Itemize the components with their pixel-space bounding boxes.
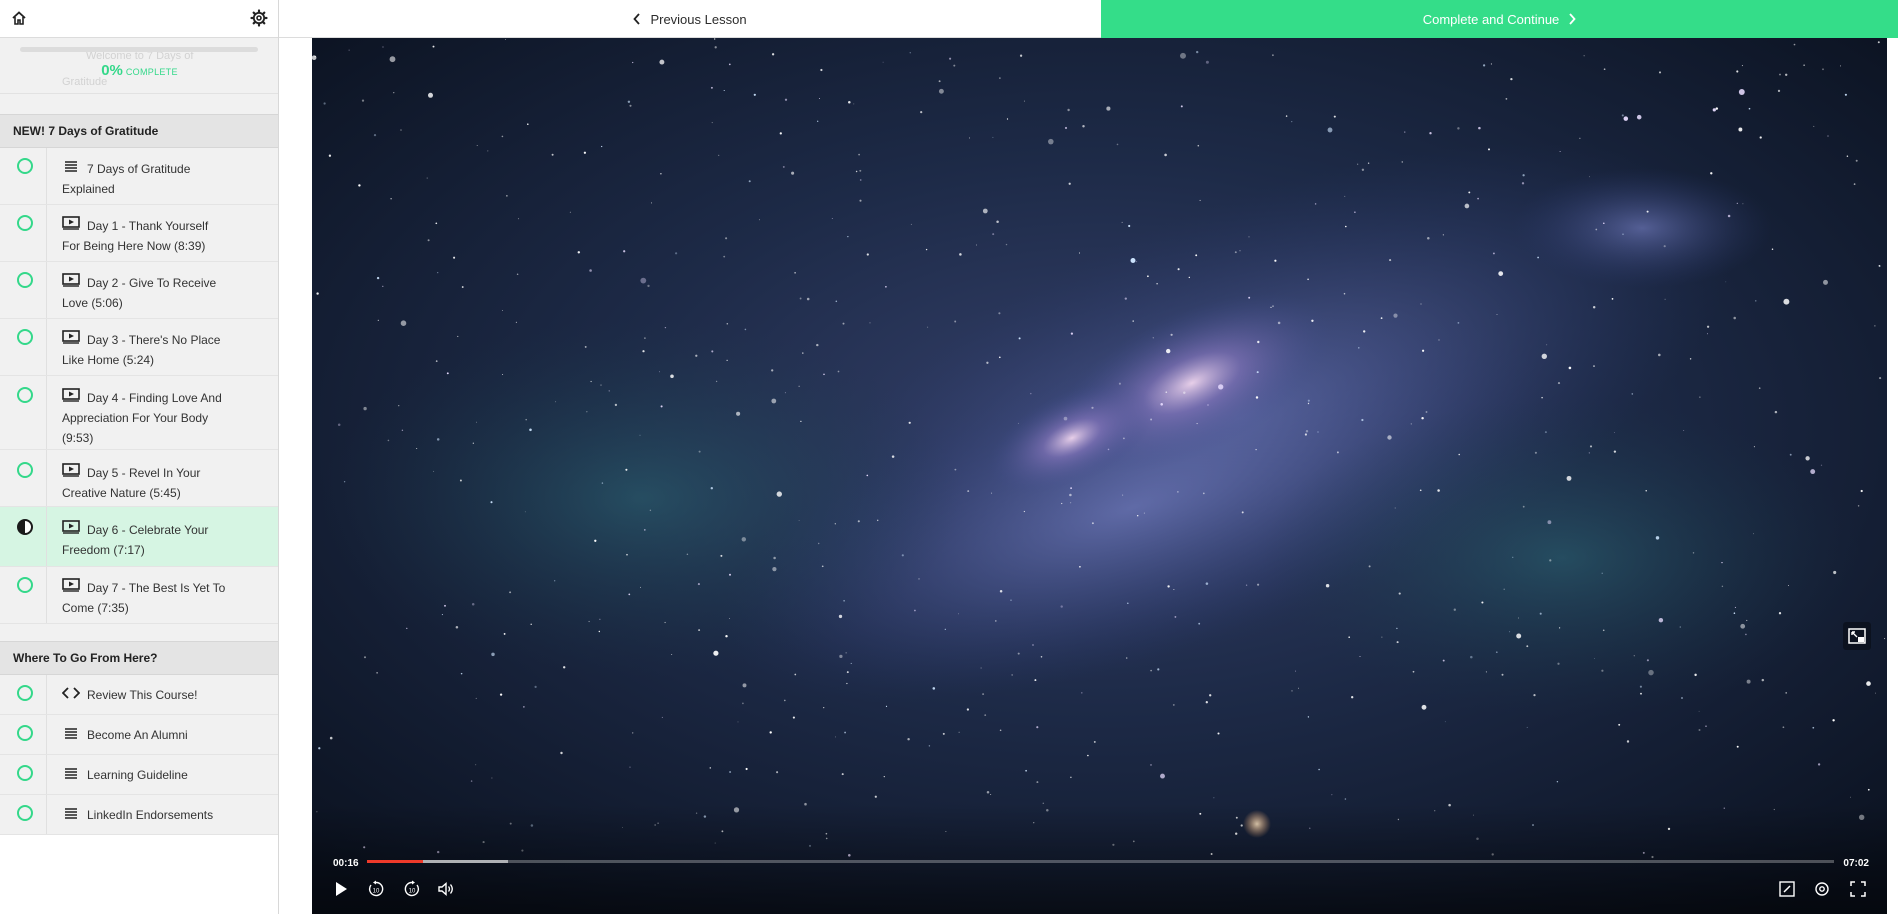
forward-10-icon[interactable]: 10 bbox=[401, 878, 423, 900]
progress-label: COMPLETE bbox=[125, 67, 178, 77]
lesson-title: Day 3 - There's No Place Like Home (5:24… bbox=[62, 333, 221, 367]
divider bbox=[46, 148, 47, 204]
code-icon bbox=[62, 685, 80, 701]
divider bbox=[46, 376, 47, 449]
lesson-item-current[interactable]: Day 6 - Celebrate Your Freedom (7:17) bbox=[0, 507, 278, 567]
lesson-title: Day 1 - Thank Yourself For Being Here No… bbox=[62, 219, 209, 253]
progress-text: 0% COMPLETE bbox=[0, 62, 278, 80]
chevron-right-icon bbox=[1568, 13, 1577, 25]
lesson-item[interactable]: Review This Course! bbox=[0, 675, 278, 715]
incomplete-status-icon bbox=[17, 805, 33, 821]
lesson-item[interactable]: 7 Days of Gratitude Explained bbox=[0, 148, 278, 205]
in-progress-status-icon bbox=[17, 519, 33, 535]
lesson-item[interactable]: Day 7 - The Best Is Yet To Come (7:35) bbox=[0, 567, 278, 624]
lesson-item[interactable]: Learning Guideline bbox=[0, 755, 278, 795]
incomplete-status-icon bbox=[17, 158, 33, 174]
video-player[interactable]: 00:16 07:02 10 10 bbox=[312, 38, 1887, 914]
progress-percent: 0% bbox=[101, 62, 123, 79]
divider bbox=[46, 755, 47, 794]
course-progress: Welcome to 7 Days of Gratitude 0% COMPLET… bbox=[0, 38, 278, 94]
section-title: NEW! 7 Days of Gratitude bbox=[0, 114, 278, 148]
divider bbox=[46, 507, 47, 566]
course-sidebar: Welcome to 7 Days of Gratitude 0% COMPLET… bbox=[0, 0, 279, 914]
divider bbox=[46, 795, 47, 834]
lesson-title: Day 6 - Celebrate Your Freedom (7:17) bbox=[62, 523, 209, 557]
divider bbox=[46, 262, 47, 318]
rewind-10-icon[interactable]: 10 bbox=[365, 878, 387, 900]
lesson-item[interactable]: Day 3 - There's No Place Like Home (5:24… bbox=[0, 319, 278, 376]
sidebar-footer-space bbox=[0, 835, 278, 914]
lesson-item[interactable]: Become An Alumni bbox=[0, 715, 278, 755]
controls-backdrop bbox=[312, 804, 1887, 914]
divider bbox=[46, 715, 47, 754]
lesson-title: Review This Course! bbox=[87, 688, 198, 702]
fullscreen-icon[interactable] bbox=[1847, 878, 1869, 900]
lesson-title: Day 5 - Revel In Your Creative Nature (5… bbox=[62, 466, 201, 500]
duration: 07:02 bbox=[1843, 858, 1869, 869]
divider bbox=[46, 450, 47, 506]
incomplete-status-icon bbox=[17, 577, 33, 593]
notes-icon[interactable] bbox=[1776, 878, 1798, 900]
seek-bar[interactable] bbox=[367, 860, 1834, 863]
lesson-item[interactable]: Day 5 - Revel In Your Creative Nature (5… bbox=[0, 450, 278, 507]
video-frame-starfield bbox=[312, 38, 1887, 914]
complete-and-continue-button[interactable]: Complete and Continue bbox=[1101, 0, 1898, 38]
incomplete-status-icon bbox=[17, 387, 33, 403]
incomplete-status-icon bbox=[17, 685, 33, 701]
home-icon[interactable] bbox=[9, 8, 29, 28]
divider bbox=[46, 205, 47, 261]
incomplete-status-icon bbox=[17, 272, 33, 288]
settings-icon[interactable] bbox=[1811, 878, 1833, 900]
lesson-title: 7 Days of Gratitude Explained bbox=[62, 162, 191, 196]
lesson-title: Learning Guideline bbox=[87, 768, 188, 782]
complete-label: Complete and Continue bbox=[1422, 11, 1560, 27]
section-title: Where To Go From Here? bbox=[0, 641, 278, 675]
lesson-item[interactable]: LinkedIn Endorsements bbox=[0, 795, 278, 835]
lesson-item[interactable]: Day 4 - Finding Love And Appreciation Fo… bbox=[0, 376, 278, 450]
seek-played bbox=[367, 860, 423, 863]
incomplete-status-icon bbox=[17, 765, 33, 781]
chevron-left-icon bbox=[633, 13, 641, 25]
lesson-item[interactable]: Day 2 - Give To Receive Love (5:06) bbox=[0, 262, 278, 319]
lesson-title: Day 4 - Finding Love And Appreciation Fo… bbox=[62, 391, 222, 445]
picture-in-picture-icon[interactable] bbox=[1843, 622, 1871, 650]
incomplete-status-icon bbox=[17, 329, 33, 345]
svg-text:10: 10 bbox=[373, 888, 380, 894]
svg-text:10: 10 bbox=[409, 888, 416, 894]
text-icon bbox=[62, 765, 80, 781]
previous-lesson-button[interactable]: Previous Lesson bbox=[279, 0, 1101, 38]
play-icon[interactable] bbox=[330, 878, 352, 900]
gear-icon[interactable] bbox=[249, 8, 269, 28]
divider bbox=[46, 319, 47, 375]
lesson-title: Become An Alumni bbox=[87, 728, 188, 742]
progress-bar bbox=[20, 47, 258, 52]
current-time: 00:16 bbox=[333, 858, 359, 869]
lesson-item[interactable]: Day 1 - Thank Yourself For Being Here No… bbox=[0, 205, 278, 262]
text-icon bbox=[62, 805, 80, 821]
lesson-nav-bar: Previous Lesson Complete and Continue bbox=[279, 0, 1898, 38]
text-icon bbox=[62, 725, 80, 741]
incomplete-status-icon bbox=[17, 725, 33, 741]
lesson-title: Day 7 - The Best Is Yet To Come (7:35) bbox=[62, 581, 226, 615]
volume-icon[interactable] bbox=[435, 878, 457, 900]
lesson-title: LinkedIn Endorsements bbox=[87, 808, 214, 822]
lesson-title: Day 2 - Give To Receive Love (5:06) bbox=[62, 276, 217, 310]
divider bbox=[46, 567, 47, 623]
incomplete-status-icon bbox=[17, 215, 33, 231]
previous-lesson-label: Previous Lesson bbox=[650, 11, 747, 27]
course-player: Welcome to 7 Days of Gratitude 0% COMPLET… bbox=[0, 0, 1898, 914]
incomplete-status-icon bbox=[17, 462, 33, 478]
divider bbox=[46, 675, 47, 714]
sidebar-header bbox=[0, 0, 278, 38]
